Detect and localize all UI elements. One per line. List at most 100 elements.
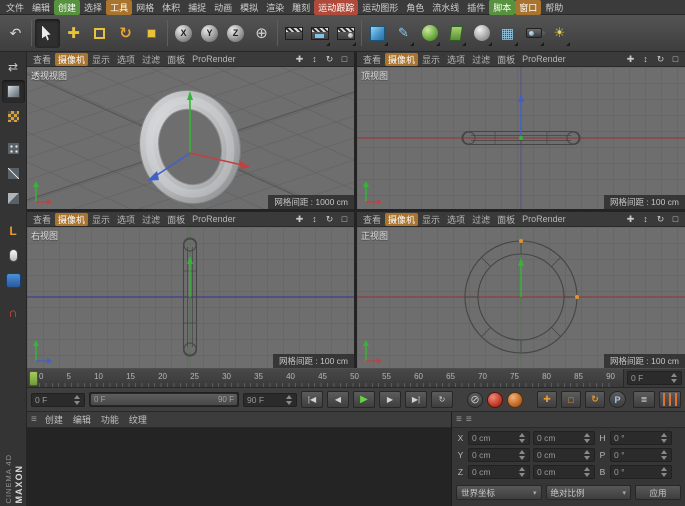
vp-menu-options[interactable]: 选项 [444, 213, 468, 226]
vp-menu-options[interactable]: 选项 [114, 213, 138, 226]
subdivision-surface-button[interactable] [417, 19, 442, 48]
vp-menu-display[interactable]: 显示 [89, 53, 113, 66]
coordinate-system-select[interactable]: 世界坐标 ▾ [456, 485, 542, 500]
menu-create[interactable]: 创建 [54, 0, 81, 15]
menu-simulate[interactable]: 模拟 [236, 0, 262, 15]
goto-start-button[interactable]: |◀ [301, 391, 323, 408]
mat-menu-edit[interactable]: 编辑 [69, 413, 95, 426]
menu-animate[interactable]: 动画 [210, 0, 236, 15]
vp-menu-display[interactable]: 显示 [419, 213, 443, 226]
vp-menu-options[interactable]: 选项 [114, 53, 138, 66]
rotation-b-field[interactable]: 0 ° [610, 465, 672, 479]
magnet-snap-button[interactable]: ∩ [2, 301, 25, 324]
vp-menu-options[interactable]: 选项 [444, 53, 468, 66]
scale-tool[interactable] [87, 19, 112, 48]
mograph-array-button[interactable]: ▦ [495, 19, 520, 48]
menu-character[interactable]: 角色 [402, 0, 428, 15]
vp-menu-view[interactable]: 查看 [30, 213, 54, 226]
menu-mesh[interactable]: 网格 [132, 0, 158, 15]
position-x-field[interactable]: 0 cm [468, 431, 530, 445]
stepper-icon[interactable] [661, 433, 668, 443]
play-mode-button[interactable]: ↻ [431, 391, 453, 408]
snap-button[interactable] [2, 269, 25, 292]
vp-menu-view[interactable]: 查看 [360, 53, 384, 66]
menu-pipeline[interactable]: 流水线 [428, 0, 463, 15]
lock-x-button[interactable]: X [171, 19, 196, 48]
vp-menu-panel[interactable]: 面板 [164, 53, 188, 66]
zoom-view-icon[interactable]: ↕ [308, 53, 321, 66]
undo-button[interactable]: ↶ [3, 19, 28, 48]
vp-menu-panel[interactable]: 面板 [164, 213, 188, 226]
autokey-button[interactable] [487, 391, 503, 408]
rotate-tool[interactable]: ↻ [113, 19, 138, 48]
viewport-front-canvas[interactable]: 正视图 网格间距 : 100 cm [357, 227, 685, 368]
stepper-icon[interactable] [286, 394, 293, 405]
stepper-icon[interactable] [584, 433, 591, 443]
menu-plugins[interactable]: 插件 [463, 0, 489, 15]
lock-z-button[interactable]: Z [223, 19, 248, 48]
key-rotation-toggle[interactable]: ↻ [585, 391, 605, 408]
lock-y-button[interactable]: Y [197, 19, 222, 48]
vp-menu-view[interactable]: 查看 [30, 53, 54, 66]
mat-menu-function[interactable]: 功能 [97, 413, 123, 426]
material-list-area[interactable] [27, 428, 451, 506]
keyframe-selection-button[interactable] [507, 391, 523, 408]
size-z-field[interactable]: 0 cm [533, 465, 595, 479]
render-view-button[interactable] [281, 19, 306, 48]
vp-menu-panel[interactable]: 面板 [494, 213, 518, 226]
render-settings-button[interactable] [333, 19, 358, 48]
light-button[interactable]: ☀ [547, 19, 572, 48]
vp-menu-filter[interactable]: 过滤 [469, 53, 493, 66]
menu-file[interactable]: 文件 [2, 0, 28, 15]
stepper-icon[interactable] [584, 467, 591, 477]
mat-menu-texture[interactable]: 纹理 [125, 413, 151, 426]
zoom-view-icon[interactable]: ↕ [639, 53, 652, 66]
menu-volume[interactable]: 体积 [158, 0, 184, 15]
vp-menu-prorender[interactable]: ProRender [519, 54, 569, 64]
rotate-view-icon[interactable]: ↻ [654, 213, 667, 226]
rotate-view-icon[interactable]: ↻ [323, 53, 336, 66]
menu-script[interactable]: 脚本 [489, 0, 516, 15]
timeline-filter-button[interactable]: ≣ [633, 391, 655, 408]
make-editable-button[interactable]: ⇄ [2, 55, 25, 78]
viewport-top-canvas[interactable]: 顶视图 网格间距 : 100 cm [357, 67, 685, 209]
viewport-solo-button[interactable] [2, 244, 25, 267]
model-mode-button[interactable] [1, 80, 25, 103]
toggle-view-icon[interactable]: □ [669, 53, 682, 66]
menu-window[interactable]: 窗口 [515, 0, 542, 15]
menu-mograph[interactable]: 运动图形 [358, 0, 402, 15]
key-scale-toggle[interactable]: □ [561, 391, 581, 408]
menu-edit[interactable]: 编辑 [28, 0, 54, 15]
menu-motion-tracker[interactable]: 运动跟踪 [314, 0, 359, 15]
vp-menu-prorender[interactable]: ProRender [519, 214, 569, 224]
coordinate-system-button[interactable]: ⊕ [249, 19, 274, 48]
position-z-field[interactable]: 0 cm [468, 465, 530, 479]
render-picture-viewer-button[interactable] [307, 19, 332, 48]
menu-help[interactable]: 帮助 [541, 0, 567, 15]
hamburger-icon[interactable]: ≡ [31, 414, 37, 425]
play-button[interactable]: ▶ [353, 391, 375, 408]
pan-view-icon[interactable]: ✚ [293, 213, 306, 226]
pan-view-icon[interactable]: ✚ [624, 213, 637, 226]
toggle-view-icon[interactable]: □ [338, 53, 351, 66]
deformer-button[interactable] [443, 19, 468, 48]
stepper-icon[interactable] [661, 467, 668, 477]
stepper-icon[interactable] [519, 467, 526, 477]
stepper-icon[interactable] [74, 394, 81, 405]
vp-menu-view[interactable]: 查看 [360, 213, 384, 226]
viewport-right-canvas[interactable]: 右视图 网格间距 : 100 cm [27, 227, 354, 368]
vp-menu-filter[interactable]: 过滤 [469, 213, 493, 226]
menu-sculpt[interactable]: 雕刻 [288, 0, 314, 15]
add-cube-primitive-button[interactable] [365, 19, 390, 48]
viewport-perspective-canvas[interactable]: 透视视图 网格间距 : 1000 cm [27, 67, 354, 209]
timeline-options-button[interactable] [659, 391, 681, 408]
pan-view-icon[interactable]: ✚ [293, 53, 306, 66]
stepper-icon[interactable] [519, 433, 526, 443]
key-parameter-toggle[interactable]: P [609, 391, 626, 408]
end-frame-field[interactable]: 90 F [243, 392, 297, 407]
apply-button[interactable]: 应用 [635, 485, 681, 500]
vp-menu-filter[interactable]: 过滤 [139, 213, 163, 226]
vp-menu-prorender[interactable]: ProRender [189, 214, 239, 224]
stepper-icon[interactable] [661, 450, 668, 460]
stepper-icon[interactable] [519, 450, 526, 460]
